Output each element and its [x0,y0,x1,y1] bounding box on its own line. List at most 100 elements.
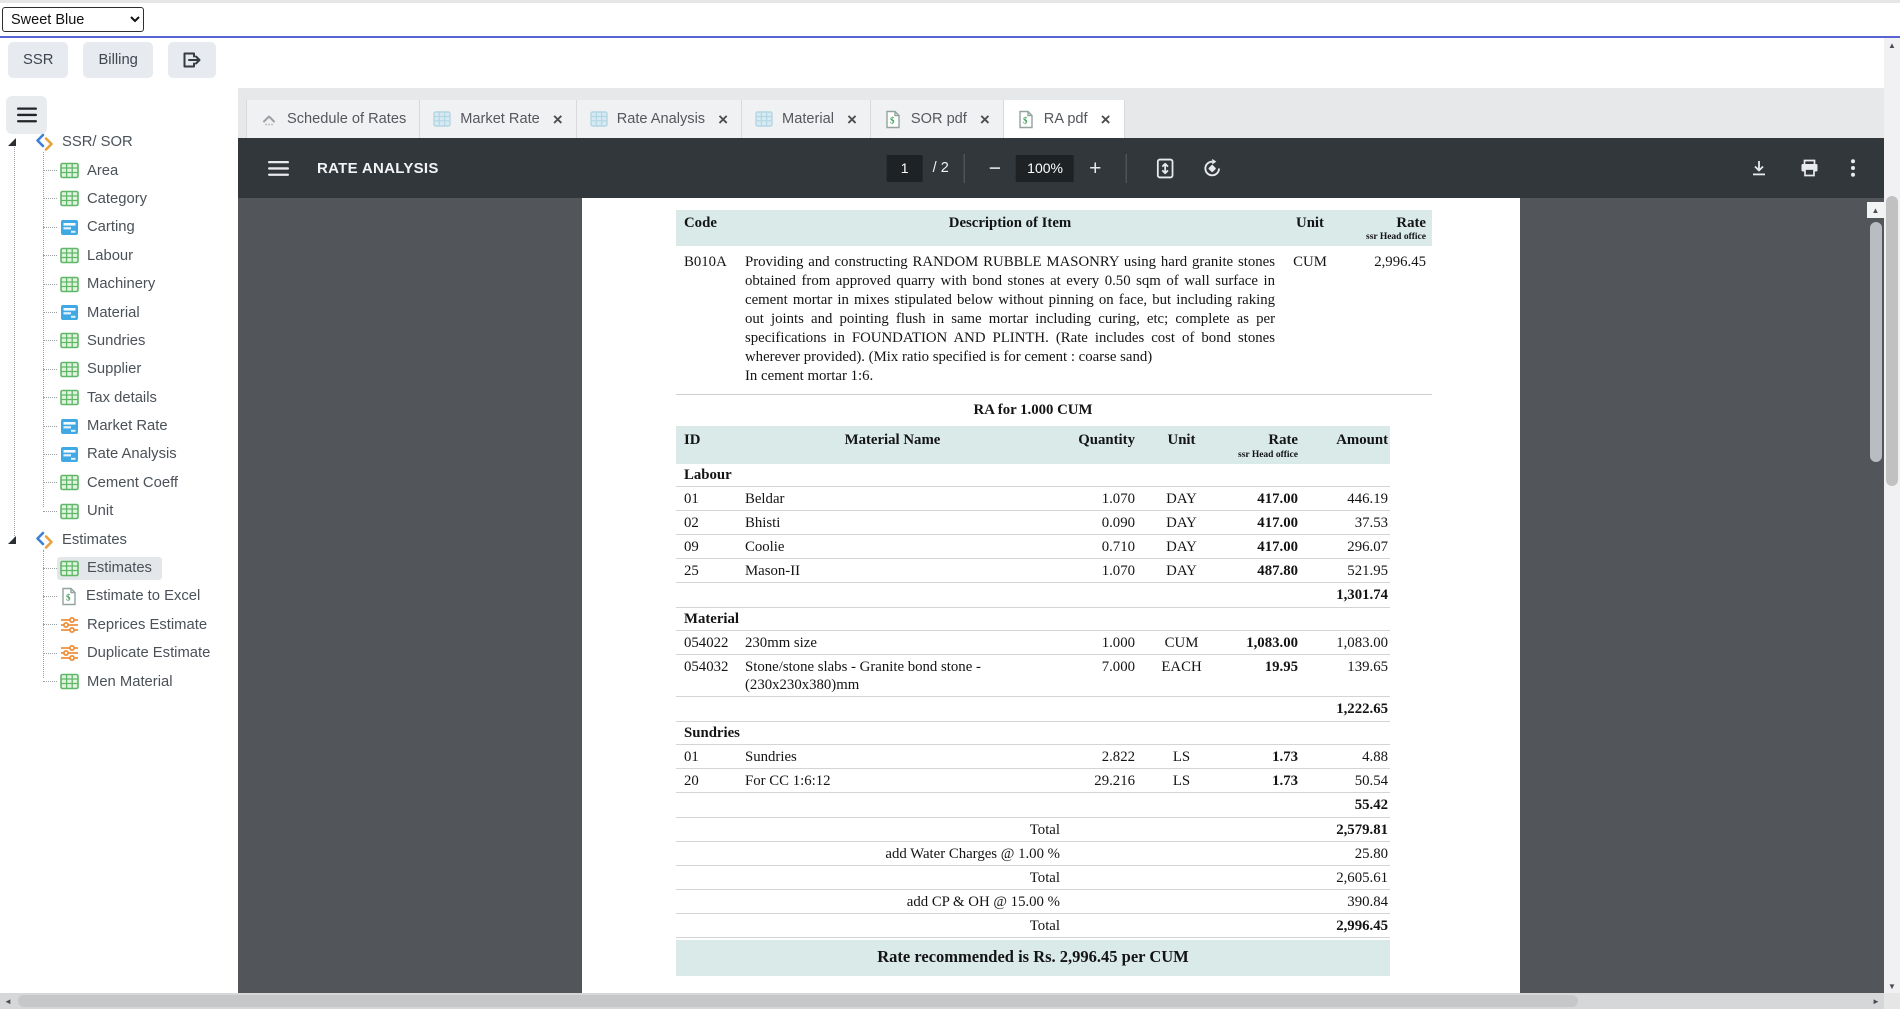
ra-cell-rate: 1,083.00 [1246,635,1298,651]
ra-total-row: Total 2,579.81 [676,818,1390,842]
tree-item-label: Material [87,304,140,321]
tab-close-icon[interactable]: × [553,111,563,128]
zoom-level[interactable]: 100% [1016,154,1075,182]
tree-branch-estimates[interactable]: Estimates [0,525,238,553]
browser-horizontal-scrollbar[interactable]: ◄ ► [0,993,1884,1009]
tree-item-estimates[interactable]: Estimates [0,554,238,582]
tree-item-category[interactable]: Category [0,185,238,213]
ra-cell-name: Sundries [745,749,797,765]
rate-recommendation: Rate recommended is Rs. 2,996.45 per CUM [676,940,1390,976]
pdf-vertical-scrollbar[interactable]: ▲ [1867,198,1884,993]
nav-button-billing[interactable]: Billing [83,42,153,78]
ra-cell-rate: 487.80 [1257,563,1298,579]
zoom-out-button[interactable]: − [980,158,1010,179]
tree-guide [43,397,57,399]
tab-market-rate[interactable]: Market Rate × [420,100,577,138]
sidebar: SSR/ SOR Area Category Carting Labour Machine… [0,84,238,993]
pdf-menu-button[interactable] [268,160,289,177]
tree-item-label: Estimates [87,560,152,577]
tree-item-unit[interactable]: Unit [0,497,238,525]
more-options-button[interactable] [1850,158,1856,178]
download-button[interactable] [1749,158,1769,178]
scrollbar-thumb[interactable] [18,995,1578,1007]
tab-close-icon[interactable]: × [1101,111,1111,128]
theme-select[interactable]: Sweet Blue [2,7,144,32]
header-unit: Unit [1296,215,1324,231]
pdf-page: Code Description of Item Unit Rate ssr H… [582,198,1520,993]
tree-item-sundries[interactable]: Sundries [0,327,238,355]
ra-cell-qty: 1.070 [1101,563,1135,579]
card-icon [61,305,78,321]
pdf-page-controls: / 2 − 100% + [886,153,1236,183]
scroll-up-icon[interactable]: ▲ [1867,202,1884,218]
fit-page-button[interactable] [1154,158,1175,179]
tree-item-market-rate[interactable]: Market Rate [0,412,238,440]
tab-close-icon[interactable]: × [847,111,857,128]
ra-table-row: 01 Sundries 2.822 LS 1.73 4.88 [676,745,1390,769]
tree-item-area[interactable]: Area [0,156,238,184]
tree-branch-ssr-sor[interactable]: SSR/ SOR [0,128,238,156]
tree-item-label: Duplicate Estimate [87,645,211,662]
tab-label: SOR pdf [910,111,967,127]
rotate-button[interactable] [1201,158,1222,179]
tab-close-icon[interactable]: × [718,111,728,128]
tree-branch-label: SSR/ SOR [62,134,133,151]
ra-cell-amount: 1,083.00 [1336,635,1388,651]
tree-item-rate-analysis[interactable]: Rate Analysis [0,440,238,468]
table-icon [60,191,79,207]
ra-cell-qty: 1.000 [1101,635,1135,651]
tree-item-duplicate-estimate[interactable]: Duplicate Estimate [0,639,238,667]
tree-item-tax-details[interactable]: Tax details [0,384,238,412]
tab-material[interactable]: Material × [742,100,871,138]
tab-rate-analysis[interactable]: Rate Analysis × [576,100,743,138]
sign-out-button[interactable] [167,42,216,78]
tree-item-carting[interactable]: Carting [0,213,238,241]
ra-cell-id: 02 [684,515,699,531]
header-rate: Rate ssr Head office [1366,215,1426,242]
page-number-input[interactable] [886,154,923,182]
scrollbar-thumb[interactable] [1869,222,1882,462]
card-icon [61,446,78,462]
pdf-toolbar-left: RATE ANALYSIS [268,160,439,177]
table-icon [60,673,79,690]
fit-page-icon [1156,158,1174,178]
nav-button-ssr[interactable]: SSR [8,42,69,78]
ra-cell-rate: 417.00 [1257,491,1298,507]
total-label: Total [1029,918,1060,934]
zoom-in-button[interactable]: + [1080,158,1110,179]
ra-subtotal-row: 1,301.74 [676,583,1390,608]
ra-section-sundries: Sundries [676,722,1390,745]
ra-cell-amount: 296.07 [1347,539,1388,555]
tree-item-cement-coeff[interactable]: Cement Coeff [0,469,238,497]
total-value: 2,605.61 [1336,870,1388,886]
scroll-up-icon[interactable]: ▲ [1884,38,1900,52]
tab-sor-pdf[interactable]: $ SOR pdf × [870,100,1004,138]
scrollbar-thumb[interactable] [1886,196,1898,486]
tree-item-supplier[interactable]: Supplier [0,355,238,383]
tab-label: Market Rate [460,111,540,127]
ra-table-header: ID Material Name Quantity Unit Rate ssr … [676,426,1390,464]
tab-ra-pdf[interactable]: $ RA pdf × [1003,100,1125,138]
expand-caret-icon[interactable] [8,535,16,544]
ra-cell-id: 09 [684,539,699,555]
ra-cell-id: 01 [684,491,699,507]
table-icon [60,361,79,378]
ra-table-row: 20 For CC 1:6:12 29.216 LS 1.73 50.54 [676,769,1390,793]
scroll-down-icon[interactable]: ▼ [1884,979,1900,993]
tab-close-icon[interactable]: × [980,111,990,128]
ra-cell-unit: DAY [1166,491,1197,507]
tree-item-material[interactable]: Material [0,298,238,326]
tree-item-label: Unit [87,503,114,520]
tab-schedule-of-rates[interactable]: Schedule of Rates [246,100,421,138]
tree-item-labour[interactable]: Labour [0,242,238,270]
tree-item-men-material[interactable]: Men Material [0,667,238,695]
scroll-left-icon[interactable]: ◄ [0,993,16,1009]
expand-caret-icon[interactable] [8,138,16,147]
tree-item-estimate-to-excel[interactable]: $ Estimate to Excel [0,582,238,610]
tree-item-machinery[interactable]: Machinery [0,270,238,298]
pdf-toolbar-right [1749,158,1856,178]
tree-item-reprices-estimate[interactable]: Reprices Estimate [0,611,238,639]
print-button[interactable] [1799,158,1820,178]
browser-vertical-scrollbar[interactable]: ▲ ▼ [1884,38,1900,993]
scroll-right-icon[interactable]: ► [1868,993,1884,1009]
